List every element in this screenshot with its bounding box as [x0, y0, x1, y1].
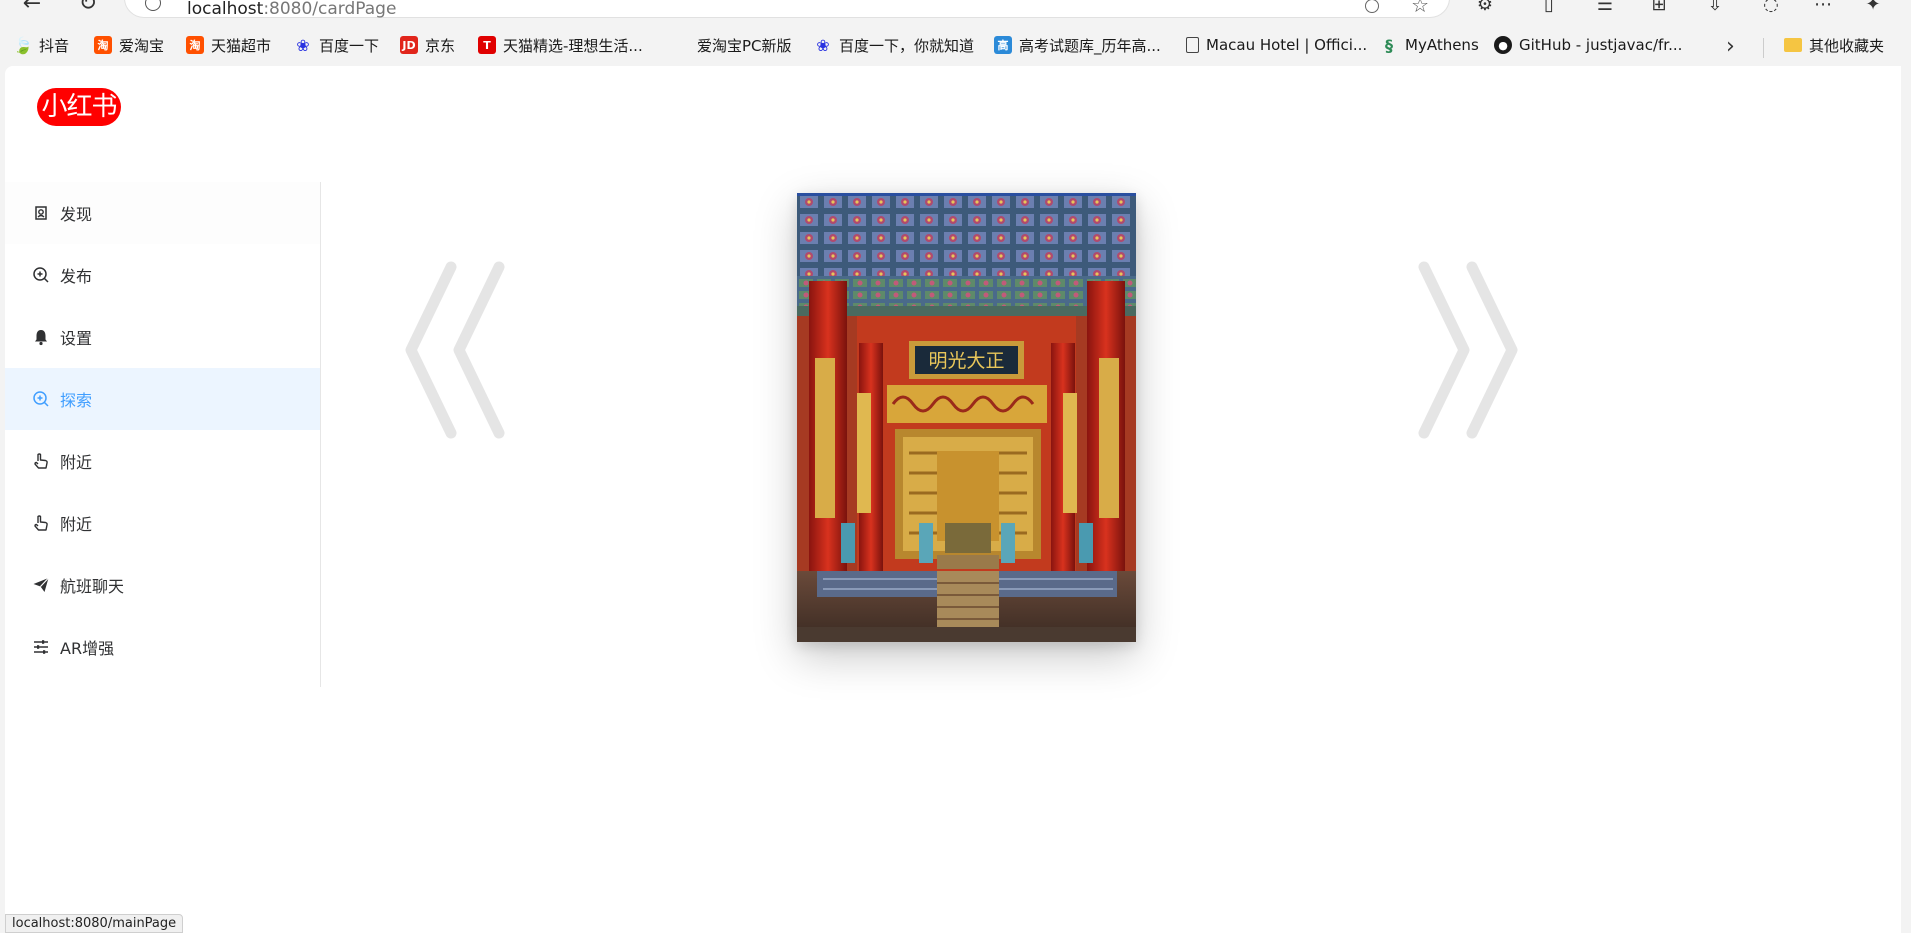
bookmark-label: Macau Hotel | Offici... [1206, 36, 1368, 54]
downloads-icon[interactable]: ⇩ [1704, 0, 1726, 15]
menu-item-publish[interactable]: 发布 [5, 244, 320, 306]
refresh-icon[interactable]: ↻ [74, 0, 102, 16]
link-status-bar: localhost:8080/mainPage [5, 914, 184, 933]
zoom-in-icon [33, 391, 49, 407]
zoom-in-icon [33, 267, 49, 283]
taobao-icon: 淘 [94, 36, 112, 54]
page-viewport: 小红书 发现 发布 设置 探索 附近 附近 航班聊天 AR增强 明光大正 [5, 66, 1901, 933]
double-chevron-left-icon[interactable] [401, 255, 517, 445]
bookmark-macau-hotel[interactable]: Macau Hotel | Offici... [1186, 33, 1367, 57]
bookmark-label: 百度一下 [319, 36, 380, 55]
bookmark-aitaobao-pc[interactable]: 爱淘宝PC新版 [697, 33, 792, 57]
douyin-icon: 🍃 [13, 35, 33, 55]
discover-icon [35, 206, 47, 220]
bookmark-jd[interactable]: JD 京东 [400, 33, 455, 57]
menu-item-nearby-2[interactable]: 附近 [5, 492, 320, 554]
search-icon[interactable] [1365, 0, 1379, 13]
bookmark-label: 天猫超市 [211, 36, 272, 55]
svg-text:明光大正: 明光大正 [928, 350, 1004, 372]
extensions-icon[interactable]: ⚙ [1474, 0, 1496, 15]
bookmark-baidu[interactable]: ❀ 百度一下 [294, 33, 379, 57]
sliders-icon [34, 640, 48, 654]
menu-item-discover[interactable]: 发现 [5, 182, 320, 244]
bookmark-tmall-market[interactable]: 淘 天猫超市 [186, 33, 271, 57]
tmall-icon: T [478, 36, 496, 54]
chevron-right-icon[interactable]: › [1726, 34, 1735, 59]
taobao-icon: 淘 [186, 36, 204, 54]
address-url[interactable]: localhost:8080/cardPage [187, 0, 396, 19]
app-logo[interactable]: 小红书 [37, 88, 121, 126]
bookmarks-divider [1763, 38, 1764, 58]
carousel-card-image[interactable]: 明光大正 [797, 193, 1136, 642]
bookmark-douyin[interactable]: 🍃 抖音 [13, 33, 70, 57]
copilot-icon[interactable]: ✦ [1862, 0, 1884, 15]
double-chevron-right-icon[interactable] [1406, 255, 1522, 445]
myathens-icon: § [1385, 35, 1393, 55]
menu-label: 航班聊天 [60, 577, 125, 596]
other-bookmarks-folder[interactable]: 其他收藏夹 [1784, 33, 1884, 57]
menu-label: 发现 [60, 205, 93, 224]
pointer-hand-icon [34, 515, 48, 531]
page-icon [1186, 37, 1199, 53]
bookmark-gaokao[interactable]: 高 高考试题库_历年高... [994, 33, 1161, 57]
baidu-paw-icon: ❀ [296, 35, 310, 55]
menu-label: 探索 [60, 391, 93, 410]
address-bar[interactable]: localhost:8080/cardPage ☆ [124, 0, 1450, 19]
favorites-icon[interactable]: ☰ [1594, 0, 1616, 15]
folder-icon [1784, 38, 1802, 52]
paper-plane-icon [33, 577, 49, 592]
sync-icon[interactable]: ◌ [1760, 0, 1782, 15]
sidebar-menu: 发现 发布 设置 探索 附近 附近 航班聊天 AR增强 [5, 182, 321, 687]
collections-icon[interactable]: ⊞ [1648, 0, 1670, 15]
bookmark-github[interactable]: ● GitHub - justjavac/fr... [1494, 33, 1682, 57]
folder-label: 其他收藏夹 [1809, 36, 1885, 55]
split-screen-icon[interactable]: ▯ [1538, 0, 1560, 15]
pointer-hand-icon [34, 453, 48, 469]
bookmark-aitaobao[interactable]: 淘 爱淘宝 [94, 33, 164, 57]
bookmark-label: 抖音 [39, 36, 70, 55]
bookmark-tmall-jingxuan[interactable]: T 天猫精选-理想生活... [478, 33, 643, 57]
menu-label: AR增强 [60, 639, 115, 658]
gaokao-icon: 高 [994, 36, 1012, 54]
bookmark-label: 百度一下，你就知道 [839, 36, 975, 55]
bookmark-label: GitHub - justjavac/fr... [1519, 36, 1683, 54]
github-icon: ● [1494, 36, 1512, 54]
bookmark-label: 高考试题库_历年高... [1019, 36, 1161, 55]
bookmark-label: 京东 [425, 36, 456, 55]
bookmark-label: 爱淘宝PC新版 [697, 36, 792, 55]
site-info-icon[interactable] [145, 0, 161, 11]
more-menu-icon[interactable]: ⋯ [1812, 0, 1834, 15]
menu-item-explore[interactable]: 探索 [5, 368, 320, 430]
bookmark-myathens[interactable]: § MyAthens [1380, 33, 1479, 57]
menu-label: 附近 [60, 515, 93, 534]
menu-item-flight-chat[interactable]: 航班聊天 [5, 554, 320, 616]
menu-item-ar[interactable]: AR增强 [5, 616, 320, 678]
bookmark-label: 爱淘宝 [119, 36, 165, 55]
bookmark-label: 天猫精选-理想生活... [503, 36, 643, 55]
browser-toolbar: ← ↻ localhost:8080/cardPage ☆ ⚙ ▯ ☰ ⊞ ⇩ … [0, 0, 1911, 22]
menu-label: 附近 [60, 453, 93, 472]
bookmark-label: MyAthens [1405, 36, 1479, 54]
menu-item-settings[interactable]: 设置 [5, 306, 320, 368]
bookmarks-bar: 🍃 抖音 淘 爱淘宝 淘 天猫超市 ❀ 百度一下 JD 京东 T 天猫精选-理想… [0, 30, 1911, 60]
bell-icon [35, 330, 47, 346]
baidu-paw-icon: ❀ [816, 35, 830, 55]
jd-icon: JD [400, 36, 418, 54]
menu-label: 发布 [60, 267, 93, 286]
bookmark-baidu-2[interactable]: ❀ 百度一下，你就知道 [814, 33, 974, 57]
menu-item-nearby[interactable]: 附近 [5, 430, 320, 492]
menu-label: 设置 [60, 329, 93, 348]
favorite-star-icon[interactable]: ☆ [1411, 0, 1429, 17]
back-arrow-icon[interactable]: ← [18, 0, 46, 16]
palace-throne-image: 明光大正 [797, 193, 1136, 642]
